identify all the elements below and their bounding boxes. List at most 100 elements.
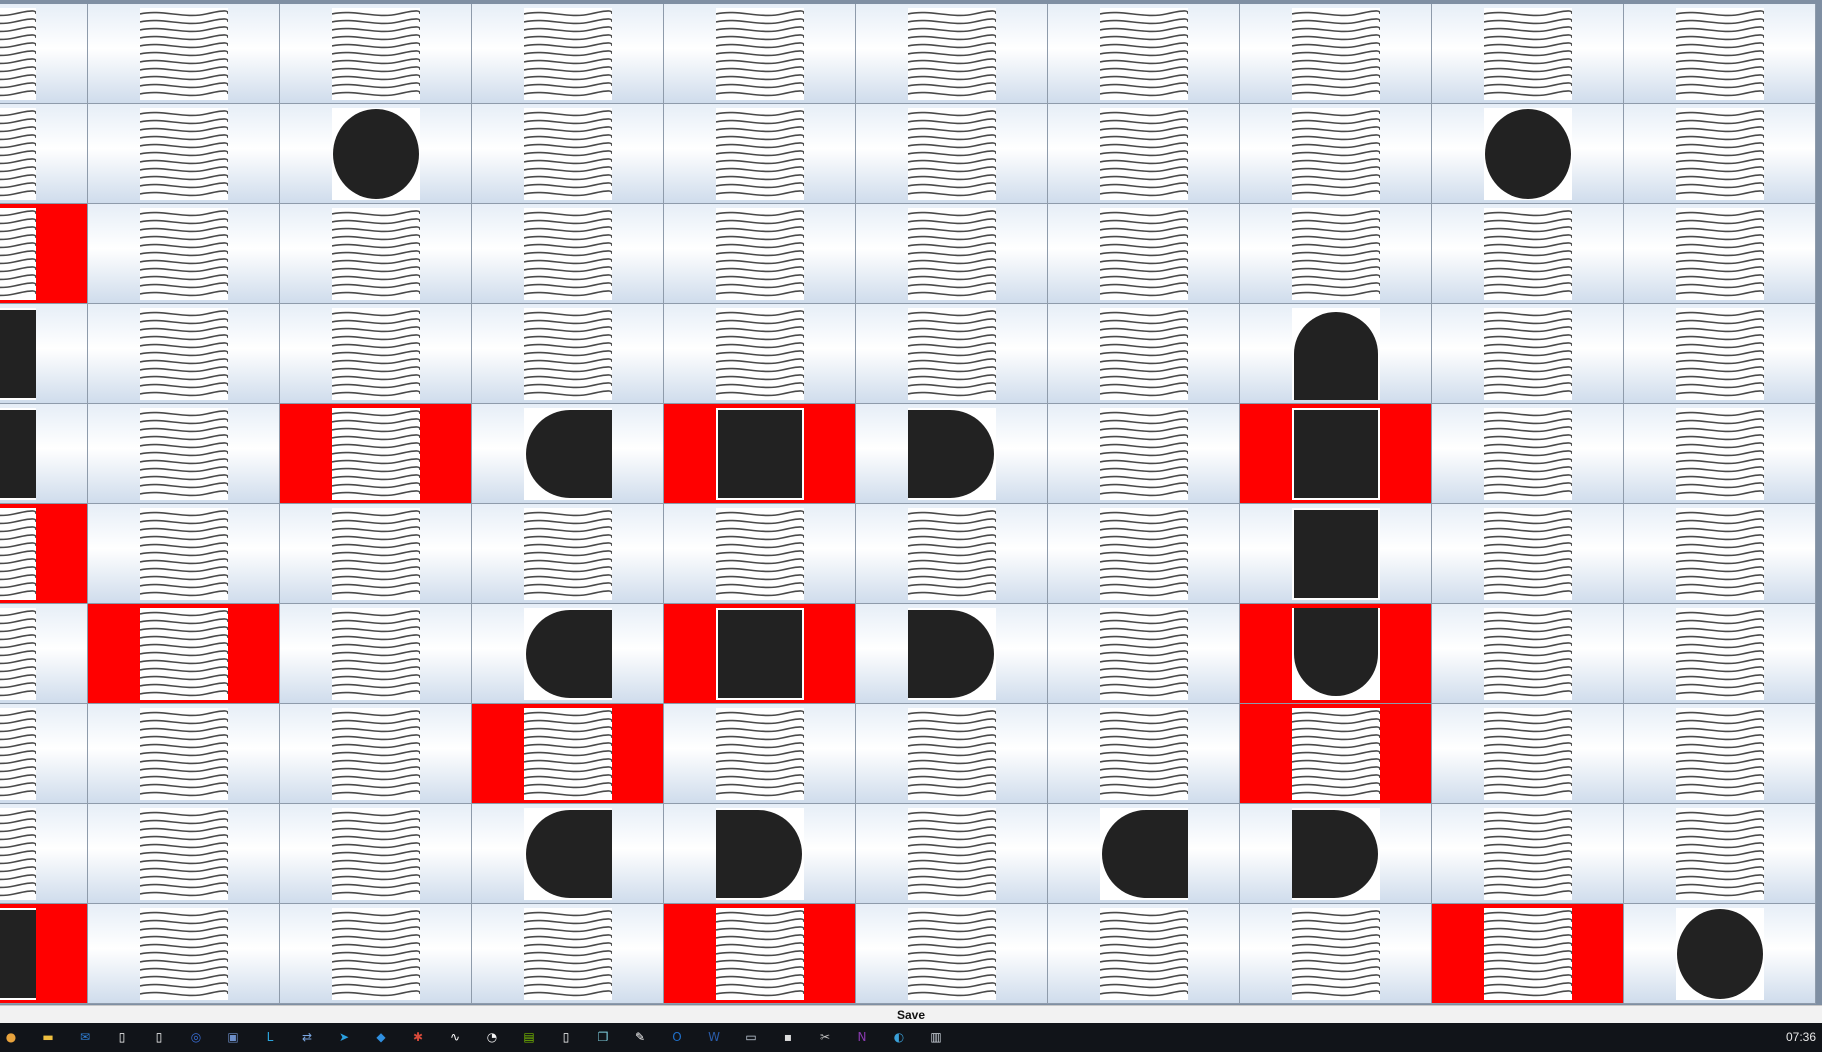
board-cell[interactable] — [1048, 4, 1240, 104]
board-cell[interactable] — [88, 4, 280, 104]
board-cell[interactable] — [0, 404, 88, 504]
app-l-icon[interactable]: L — [261, 1028, 279, 1046]
board-cell[interactable] — [664, 804, 856, 904]
board-cell[interactable] — [0, 704, 88, 804]
board-cell[interactable] — [1048, 604, 1240, 704]
board-cell[interactable] — [1048, 304, 1240, 404]
telegram-icon[interactable]: ➤ — [335, 1028, 353, 1046]
board-cell[interactable] — [1240, 804, 1432, 904]
onenote-icon[interactable]: N — [853, 1028, 871, 1046]
board-cell[interactable] — [88, 904, 280, 1004]
outlook-icon[interactable]: O — [668, 1028, 686, 1046]
mail-icon[interactable]: ✉ — [76, 1028, 94, 1046]
board-cell[interactable] — [1624, 904, 1816, 1004]
board-cell[interactable] — [664, 704, 856, 804]
board-cell[interactable] — [280, 404, 472, 504]
board-cell[interactable] — [664, 904, 856, 1004]
board-cell[interactable] — [88, 304, 280, 404]
nvidia-icon[interactable]: ▤ — [520, 1028, 538, 1046]
board-cell[interactable] — [472, 4, 664, 104]
edge-icon[interactable]: ◐ — [890, 1028, 908, 1046]
board-cell[interactable] — [856, 204, 1048, 304]
board-cell[interactable] — [1048, 204, 1240, 304]
board-cell[interactable] — [664, 104, 856, 204]
chat-icon[interactable]: ◎ — [187, 1028, 205, 1046]
board-cell[interactable] — [280, 604, 472, 704]
board-cell[interactable] — [1048, 104, 1240, 204]
board-cell[interactable] — [664, 604, 856, 704]
board-cell[interactable] — [856, 704, 1048, 804]
board-cell[interactable] — [472, 704, 664, 804]
remote-desktop-icon[interactable]: ▣ — [224, 1028, 242, 1046]
board-cell[interactable] — [1432, 504, 1624, 604]
board-cell[interactable] — [472, 604, 664, 704]
taskbar-clock[interactable]: 07:36 — [1786, 1030, 1816, 1044]
board-cell[interactable] — [0, 804, 88, 904]
board-cell[interactable] — [1624, 104, 1816, 204]
board-cell[interactable] — [664, 4, 856, 104]
board-cell[interactable] — [1624, 404, 1816, 504]
board-cell[interactable] — [664, 304, 856, 404]
board-cell[interactable] — [472, 904, 664, 1004]
board-cell[interactable] — [88, 204, 280, 304]
board-cell[interactable] — [0, 4, 88, 104]
board-cell[interactable] — [1048, 704, 1240, 804]
board-cell[interactable] — [856, 4, 1048, 104]
board-cell[interactable] — [856, 304, 1048, 404]
board-cell[interactable] — [280, 104, 472, 204]
board-cell[interactable] — [280, 804, 472, 904]
board-cell[interactable] — [1240, 304, 1432, 404]
board-cell[interactable] — [1432, 304, 1624, 404]
board-cell[interactable] — [1432, 204, 1624, 304]
board-cell[interactable] — [1432, 4, 1624, 104]
board-cell[interactable] — [0, 304, 88, 404]
board-cell[interactable] — [88, 704, 280, 804]
board-cell[interactable] — [88, 504, 280, 604]
board-cell[interactable] — [472, 304, 664, 404]
board-cell[interactable] — [1432, 604, 1624, 704]
board-cell[interactable] — [1240, 4, 1432, 104]
board-cell[interactable] — [1240, 104, 1432, 204]
board-cell[interactable] — [856, 904, 1048, 1004]
network-icon[interactable]: ⇄ — [298, 1028, 316, 1046]
board-cell[interactable] — [664, 504, 856, 604]
board-cell[interactable] — [88, 604, 280, 704]
board-cell[interactable] — [472, 504, 664, 604]
board-cell[interactable] — [856, 104, 1048, 204]
board-cell[interactable] — [856, 404, 1048, 504]
board-cell[interactable] — [88, 104, 280, 204]
board-cell[interactable] — [88, 404, 280, 504]
snip-icon[interactable]: ✂ — [816, 1028, 834, 1046]
board-cell[interactable] — [664, 404, 856, 504]
board-cell[interactable] — [1240, 604, 1432, 704]
board-cell[interactable] — [472, 104, 664, 204]
board-cell[interactable] — [0, 504, 88, 604]
board-cell[interactable] — [1432, 104, 1624, 204]
clock-app-icon[interactable]: ◔ — [483, 1028, 501, 1046]
vscode-icon[interactable]: ◆ — [372, 1028, 390, 1046]
bug-icon[interactable]: ✱ — [409, 1028, 427, 1046]
wave-app-icon[interactable]: ∿ — [446, 1028, 464, 1046]
board-cell[interactable] — [0, 904, 88, 1004]
board-cell[interactable] — [1624, 704, 1816, 804]
chrome-icon[interactable]: ● — [2, 1028, 20, 1046]
board-cell[interactable] — [1432, 804, 1624, 904]
board-cell[interactable] — [0, 104, 88, 204]
board-cell[interactable] — [280, 504, 472, 604]
board-cell[interactable] — [1624, 804, 1816, 904]
board-cell[interactable] — [280, 304, 472, 404]
document-icon[interactable]: ▯ — [150, 1028, 168, 1046]
board-cell[interactable] — [0, 604, 88, 704]
word-icon[interactable]: W — [705, 1028, 723, 1046]
board-cell[interactable] — [856, 604, 1048, 704]
board-cell[interactable] — [1048, 804, 1240, 904]
board-cell[interactable] — [1048, 504, 1240, 604]
board-cell[interactable] — [280, 204, 472, 304]
board-cell[interactable] — [88, 804, 280, 904]
board-cell[interactable] — [280, 704, 472, 804]
board-cell[interactable] — [856, 804, 1048, 904]
files-icon[interactable]: ❐ — [594, 1028, 612, 1046]
board-cell[interactable] — [1240, 404, 1432, 504]
board-cell[interactable] — [664, 204, 856, 304]
board-cell[interactable] — [472, 804, 664, 904]
